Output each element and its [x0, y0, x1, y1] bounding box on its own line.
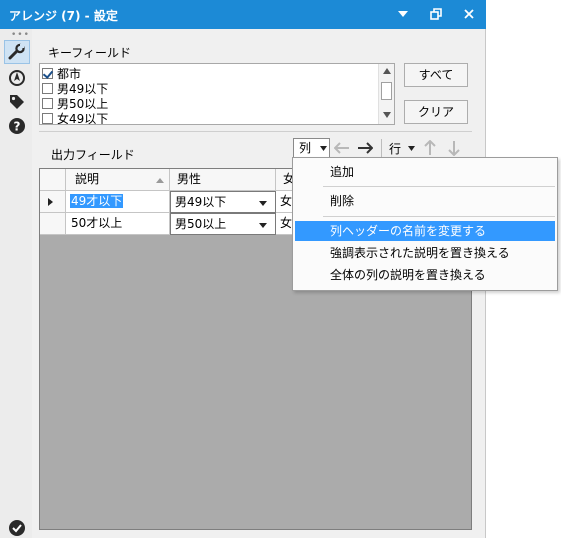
cell-value: 50才以上 — [71, 216, 123, 230]
checkbox[interactable] — [42, 68, 53, 79]
column-context-menu: 追加 削除 列ヘッダーの名前を変更する 強調表示された説明を置き換える 全体の列… — [292, 157, 558, 291]
clear-button[interactable]: クリア — [404, 100, 468, 124]
help-icon[interactable]: ? — [8, 117, 26, 135]
column-header-label: 男性 — [177, 172, 202, 186]
dropdown-icon — [320, 146, 327, 151]
scroll-thumb[interactable] — [381, 82, 392, 100]
row-header-corner — [40, 169, 66, 191]
row-button-label: 行 — [389, 142, 402, 156]
move-right-icon[interactable] — [357, 142, 373, 154]
menu-item-rename-column-header[interactable]: 列ヘッダーの名前を変更する — [295, 221, 555, 241]
wrench-icon[interactable] — [8, 43, 26, 61]
sort-ascending-icon — [156, 178, 164, 183]
table-cell-male-select[interactable]: 男50以上 — [170, 213, 276, 235]
cell-value: 女 — [280, 216, 293, 230]
output-field-label: 出力フィールド — [51, 148, 135, 162]
menu-separator — [323, 186, 555, 187]
menu-item-add[interactable]: 追加 — [295, 162, 555, 182]
list-item[interactable]: 女49以下 — [42, 111, 109, 125]
grip-icon: ••• — [11, 30, 30, 40]
table-cell-description[interactable]: 50才以上 — [66, 213, 170, 235]
column-header-label: 説明 — [75, 172, 100, 186]
target-icon[interactable] — [8, 69, 26, 87]
title-bar: アレンジ (7) - 設定 — [0, 0, 486, 29]
list-item-label: 女49以下 — [57, 112, 109, 125]
checkmark-icon[interactable] — [8, 519, 26, 537]
row-selector[interactable] — [40, 213, 66, 235]
current-row-icon — [48, 198, 53, 206]
menu-item-delete[interactable]: 削除 — [295, 191, 555, 211]
row-menu-button[interactable]: 行 — [389, 140, 415, 157]
cell-value: 男49以下 — [175, 195, 227, 209]
checkbox[interactable] — [42, 83, 53, 94]
dropdown-icon — [407, 146, 415, 151]
move-up-icon[interactable] — [424, 140, 436, 156]
menu-item-replace-all-column-descriptions[interactable]: 全体の列の説明を置き換える — [295, 265, 555, 285]
column-menu-button[interactable]: 列 — [293, 138, 330, 158]
scroll-up-icon — [383, 68, 391, 74]
list-item[interactable]: 男49以下 — [42, 81, 108, 96]
move-left-icon[interactable] — [334, 142, 350, 154]
restore-icon[interactable] — [419, 0, 453, 29]
table-cell-description[interactable]: 49才以下 — [66, 191, 170, 213]
key-field-list[interactable]: 都市 男49以下 男50以上 女49以下 — [39, 63, 395, 125]
scroll-down-icon — [383, 112, 391, 118]
cell-value: 49才以下 — [70, 194, 124, 208]
window-title: アレンジ (7) - 設定 — [9, 9, 118, 23]
row-selector[interactable] — [40, 191, 66, 213]
caret-down-icon[interactable] — [386, 0, 420, 29]
toolbar-divider — [381, 139, 382, 158]
scrollbar[interactable] — [378, 64, 394, 124]
move-down-icon[interactable] — [448, 140, 460, 156]
column-button-label: 列 — [299, 141, 312, 155]
cell-value: 女 — [280, 194, 293, 208]
select-all-button[interactable]: すべて — [404, 63, 468, 87]
checkbox[interactable] — [42, 113, 53, 124]
menu-separator — [323, 216, 555, 217]
cell-value: 男50以上 — [175, 217, 227, 231]
close-icon[interactable] — [452, 0, 486, 29]
svg-text:?: ? — [14, 120, 21, 134]
checkbox[interactable] — [42, 98, 53, 109]
column-header-male[interactable]: 男性 — [170, 169, 276, 191]
divider — [39, 131, 472, 132]
column-header-description[interactable]: 説明 — [66, 169, 170, 191]
key-field-label: キーフィールド — [48, 46, 132, 60]
table-cell-male-select[interactable]: 男49以下 — [170, 191, 276, 213]
tag-icon[interactable] — [8, 93, 26, 111]
list-item[interactable]: 男50以上 — [42, 96, 108, 111]
list-item[interactable]: 都市 — [42, 66, 81, 81]
menu-item-replace-highlighted-description[interactable]: 強調表示された説明を置き換える — [295, 243, 555, 263]
